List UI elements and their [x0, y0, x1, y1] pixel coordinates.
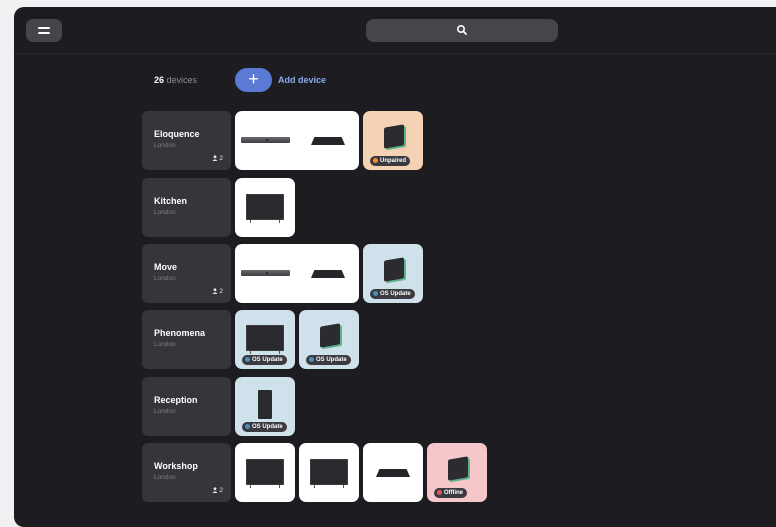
- room-name: Move: [154, 262, 178, 272]
- hub-device: [311, 270, 345, 278]
- room-card-reception[interactable]: Reception London: [142, 377, 231, 436]
- menu-icon: [38, 27, 50, 29]
- search-icon: [456, 24, 467, 35]
- room-card-phenomena[interactable]: Phenomena London: [142, 310, 231, 369]
- room-location: London: [154, 142, 176, 149]
- room-name: Workshop: [154, 461, 198, 471]
- touch-panel-device: [384, 124, 404, 149]
- user-count-value: 2: [219, 155, 223, 162]
- add-device-link[interactable]: Add device: [278, 75, 326, 85]
- top-bar: [14, 7, 776, 54]
- tower-device: [258, 390, 272, 419]
- user-count-value: 2: [219, 288, 223, 295]
- room-user-count: 2: [212, 487, 223, 494]
- status-label: Unpaired: [380, 158, 407, 164]
- status-label: OS Update: [252, 424, 283, 430]
- room-name: Reception: [154, 395, 198, 405]
- status-badge: OS Update: [242, 422, 287, 432]
- status-dot-icon: [373, 157, 378, 163]
- display-device: [246, 194, 284, 223]
- search-bar[interactable]: [366, 19, 558, 42]
- device-card-display[interactable]: [235, 443, 295, 502]
- touch-panel-device: [320, 323, 340, 348]
- device-card-panel-os-update[interactable]: OS Update: [363, 244, 423, 303]
- status-label: OS Update: [316, 357, 347, 363]
- device-card-bar-hub[interactable]: [235, 244, 359, 303]
- touch-panel-device: [448, 456, 468, 481]
- status-dot-icon: [245, 423, 250, 429]
- room-user-count: 2: [212, 155, 223, 162]
- hub-device: [311, 137, 345, 145]
- device-card-display[interactable]: [235, 178, 295, 237]
- display-device: [310, 459, 348, 488]
- room-card-kitchen[interactable]: Kitchen London: [142, 178, 231, 237]
- status-badge: OS Update: [242, 355, 287, 365]
- menu-icon: [38, 32, 50, 34]
- room-location: London: [154, 209, 176, 216]
- room-name: Eloquence: [154, 129, 200, 139]
- device-card-panel-unpaired[interactable]: Unpaired: [363, 111, 423, 170]
- device-count-number: 26: [154, 75, 165, 85]
- room-user-count: 2: [212, 288, 223, 295]
- device-card-panel-os-update[interactable]: OS Update: [299, 310, 359, 369]
- room-location: London: [154, 408, 176, 415]
- status-dot-icon: [437, 489, 442, 495]
- status-label: OS Update: [380, 291, 411, 297]
- status-badge: Offline: [434, 488, 467, 498]
- device-card-panel-offline[interactable]: Offline: [427, 443, 487, 502]
- status-dot-icon: [373, 290, 378, 296]
- room-location: London: [154, 341, 176, 348]
- device-count: 26 devices: [154, 75, 197, 85]
- user-icon: [212, 288, 218, 294]
- user-count-value: 2: [219, 487, 223, 494]
- status-label: Offline: [444, 490, 463, 496]
- user-icon: [212, 155, 218, 161]
- app-window: 26 devices + Add device Eloquence London…: [14, 7, 776, 527]
- user-icon: [212, 487, 218, 493]
- room-name: Phenomena: [154, 328, 206, 338]
- room-card-move[interactable]: Move London 2: [142, 244, 231, 303]
- room-card-workshop[interactable]: Workshop London 2: [142, 443, 231, 502]
- add-device-button[interactable]: +: [235, 68, 272, 92]
- device-count-label: devices: [166, 75, 198, 85]
- device-card-display-os-update[interactable]: OS Update: [235, 310, 295, 369]
- plus-icon: +: [248, 69, 259, 89]
- device-card-display[interactable]: [299, 443, 359, 502]
- display-device: [246, 325, 284, 354]
- status-dot-icon: [245, 356, 250, 362]
- device-card-tower-os-update[interactable]: OS Update: [235, 377, 295, 436]
- status-dot-icon: [309, 356, 314, 362]
- video-bar-device: [241, 270, 290, 276]
- room-card-eloquence[interactable]: Eloquence London 2: [142, 111, 231, 170]
- menu-button[interactable]: [26, 19, 62, 42]
- status-badge: OS Update: [370, 289, 415, 299]
- video-bar-device: [241, 137, 290, 143]
- room-name: Kitchen: [154, 196, 188, 206]
- touch-panel-device: [384, 257, 404, 282]
- room-location: London: [154, 275, 176, 282]
- status-label: OS Update: [252, 357, 283, 363]
- room-location: London: [154, 474, 176, 481]
- hub-device: [376, 469, 410, 477]
- status-badge: OS Update: [306, 355, 351, 365]
- device-card-bar-hub[interactable]: [235, 111, 359, 170]
- display-device: [246, 459, 284, 488]
- status-badge: Unpaired: [370, 156, 411, 166]
- device-card-hub[interactable]: [363, 443, 423, 502]
